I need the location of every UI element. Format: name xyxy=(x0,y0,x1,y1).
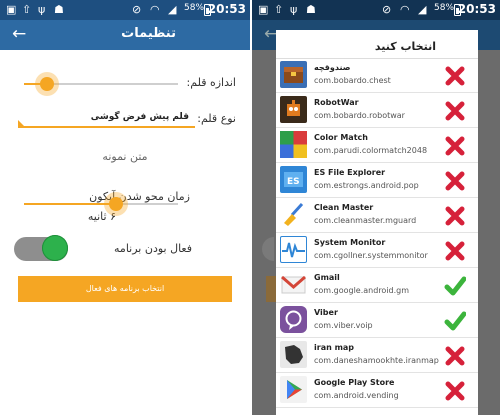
app-package: com.estrongs.android.pop xyxy=(314,181,419,190)
mute-icon: ⊘ xyxy=(382,3,392,16)
app-row[interactable]: ES ES File Explorer com.estrongs.android… xyxy=(276,164,478,198)
app-package: com.google.android.gm xyxy=(314,286,410,295)
pen-type-value: قلم پیش فرض گوشی xyxy=(90,112,189,122)
app-row[interactable]: Gmail com.google.android.gm xyxy=(276,269,478,303)
toggle-knob xyxy=(42,235,68,261)
app-name: RobotWar xyxy=(314,98,359,107)
app-name: Clean Master xyxy=(314,203,374,212)
upload-icon: ⇧ xyxy=(274,3,284,16)
pulse-monitor-icon xyxy=(280,236,307,263)
app-bar: ← تنظیمات xyxy=(0,20,250,50)
app-name: iran map xyxy=(314,343,355,352)
battery-percent: 58% xyxy=(184,3,205,13)
select-active-apps-button[interactable]: انتخاب برنامه های فعال xyxy=(18,276,232,302)
app-package: com.parudi.colormatch2048 xyxy=(314,146,428,155)
select-apps-dialog: انتخاب کنید صندوقچه com.bobardo.chest Ro… xyxy=(276,30,478,415)
app-package: com.bobardo.robotwar xyxy=(314,111,405,120)
app-package: com.daneshamookhte.iranmap xyxy=(314,356,439,365)
es-explorer-icon: ES xyxy=(280,166,307,193)
signal-icon: ◢ xyxy=(418,3,427,16)
viber-icon xyxy=(280,306,307,333)
accept-check-icon[interactable] xyxy=(444,276,466,296)
reject-x-icon[interactable] xyxy=(444,136,466,156)
settings-screen: ▣ ⇧ ψ ☗ ⊘ ◠ ◢ 58% 20:53 ← تنظیمات اندازه… xyxy=(0,0,250,415)
image-notification-icon: ▣ xyxy=(6,3,17,16)
app-package: com.cgollner.systemmonitor xyxy=(314,251,428,260)
reject-x-icon[interactable] xyxy=(444,381,466,401)
back-arrow-icon[interactable]: ← xyxy=(12,24,26,44)
app-row[interactable]: System Monitor com.cgollner.systemmonito… xyxy=(276,234,478,268)
app-name: System Monitor xyxy=(314,238,386,247)
fade-time-track-fill xyxy=(24,203,117,205)
status-bar: ▣ ⇧ ψ ☗ ⊘ ◠ ◢ 58% 20:53 xyxy=(0,0,250,20)
signal-icon: ◢ xyxy=(168,3,177,16)
reject-x-icon[interactable] xyxy=(444,66,466,86)
iran-map-icon xyxy=(280,341,307,368)
app-row[interactable]: Color Match com.parudi.colormatch2048 xyxy=(276,129,478,163)
android-debug-icon: ☗ xyxy=(54,3,64,16)
usb-icon: ψ xyxy=(38,3,46,16)
app-row[interactable]: RobotWar com.bobardo.robotwar xyxy=(276,94,478,128)
svg-text:ES: ES xyxy=(287,177,300,187)
dimmed-button xyxy=(266,276,276,302)
gmail-icon xyxy=(280,271,307,298)
play-store-icon xyxy=(280,376,307,403)
image-notification-icon: ▣ xyxy=(258,3,269,16)
pen-type-label: نوع قلم: xyxy=(197,112,236,125)
app-row[interactable]: iran map com.daneshamookhte.iranmap xyxy=(276,339,478,373)
wifi-icon: ◠ xyxy=(400,3,410,16)
status-bar: ▣ ⇧ ψ ☗ ⊘ ◠ ◢ 58% 20:53 xyxy=(252,0,500,20)
scrim-left xyxy=(252,50,276,415)
sample-text: متن نمونه xyxy=(102,150,148,163)
app-select-screen: ▣ ⇧ ψ ☗ ⊘ ◠ ◢ 58% 20:53 ← انتخاب کنید صن… xyxy=(252,0,500,415)
app-name: Color Match xyxy=(314,133,368,142)
clock: 20:53 xyxy=(207,2,246,16)
app-package: com.bobardo.chest xyxy=(314,76,391,85)
app-name: Gmail xyxy=(314,273,340,282)
battery-percent: 58% xyxy=(434,3,455,13)
app-name: ES File Explorer xyxy=(314,168,386,177)
reject-x-icon[interactable] xyxy=(444,171,466,191)
pen-type-underline xyxy=(18,126,195,128)
app-row[interactable]: Google Play Store com.android.vending xyxy=(276,374,478,408)
robot-icon xyxy=(280,96,307,123)
app-row[interactable]: صندوقچه com.bobardo.chest xyxy=(276,59,478,93)
accept-check-icon[interactable] xyxy=(444,311,466,331)
app-package: com.cleanmaster.mguard xyxy=(314,216,417,225)
android-debug-icon: ☗ xyxy=(306,3,316,16)
pen-size-track-rest xyxy=(47,83,178,85)
pen-size-label: اندازه قلم: xyxy=(186,76,236,89)
page-title: تنظیمات xyxy=(121,26,176,41)
mute-icon: ⊘ xyxy=(132,3,142,16)
app-name: Viber xyxy=(314,308,338,317)
dialog-title: انتخاب کنید xyxy=(374,40,436,53)
app-name: Google Play Store xyxy=(314,378,395,387)
reject-x-icon[interactable] xyxy=(444,101,466,121)
clock: 20:53 xyxy=(457,2,496,16)
app-name: صندوقچه xyxy=(314,63,351,72)
usb-icon: ψ xyxy=(290,3,298,16)
reject-x-icon[interactable] xyxy=(444,206,466,226)
reject-x-icon[interactable] xyxy=(444,346,466,366)
app-row[interactable]: Clean Master com.cleanmaster.mguard xyxy=(276,199,478,233)
pen-type-dropdown[interactable]: قلم پیش فرض گوشی xyxy=(18,108,195,128)
app-package: com.android.vending xyxy=(314,391,399,400)
pen-size-thumb[interactable] xyxy=(40,77,55,91)
broom-icon xyxy=(280,201,307,228)
app-package: com.viber.voip xyxy=(314,321,373,330)
enable-app-label: فعال بودن برنامه xyxy=(114,242,192,255)
app-row[interactable]: Viber com.viber.voip xyxy=(276,304,478,338)
upload-icon: ⇧ xyxy=(22,3,32,16)
reject-x-icon[interactable] xyxy=(444,241,466,261)
wifi-icon: ◠ xyxy=(150,3,160,16)
dropdown-caret-icon xyxy=(18,120,24,126)
chest-icon xyxy=(280,61,307,88)
color-grid-icon xyxy=(280,131,307,158)
